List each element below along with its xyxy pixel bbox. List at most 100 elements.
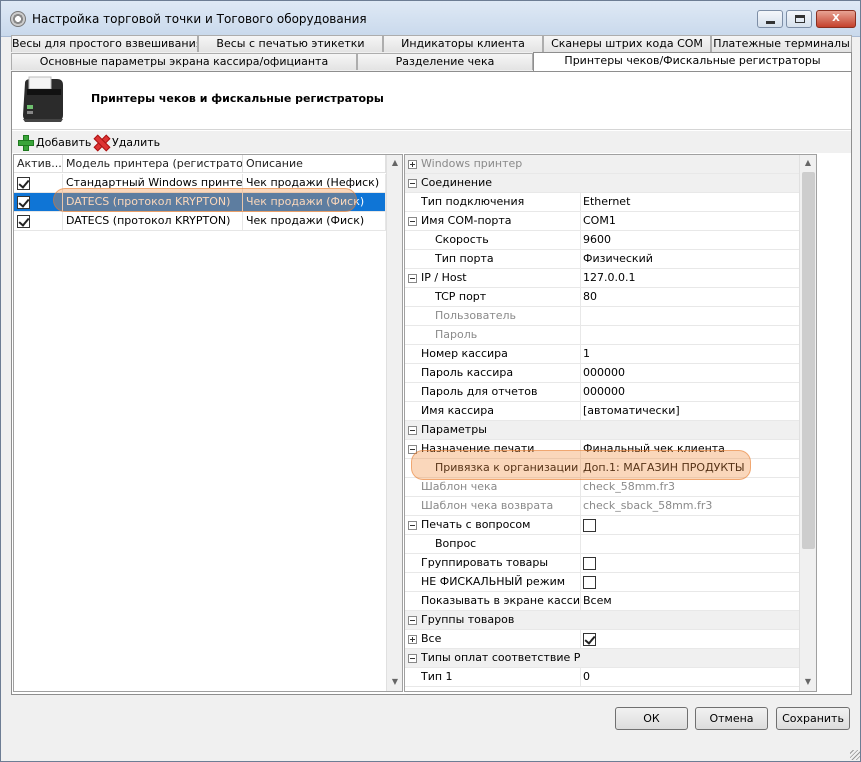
property-row[interactable]: Пароль для отчетов 000000 <box>405 383 799 402</box>
grid-scrollbar[interactable]: ▲ ▼ <box>386 155 402 691</box>
active-checkbox[interactable] <box>17 215 30 228</box>
property-category[interactable]: Windows принтер <box>405 155 799 174</box>
property-value[interactable] <box>580 516 799 535</box>
property-row[interactable]: IP / Host 127.0.0.1 <box>405 269 799 288</box>
property-category[interactable]: Соединение <box>405 174 799 193</box>
tab-receipt-split[interactable]: Разделение чека <box>357 53 533 70</box>
property-value[interactable]: 127.0.0.1 <box>580 269 799 288</box>
active-cell[interactable] <box>14 174 63 193</box>
cancel-button[interactable]: Отмена <box>695 707 768 730</box>
minimize-button[interactable] <box>757 10 783 28</box>
property-row[interactable]: Номер кассира 1 <box>405 345 799 364</box>
property-row[interactable]: Имя кассира [автоматически] <box>405 402 799 421</box>
property-value[interactable]: Ethernet <box>580 193 799 212</box>
expand-plus-icon[interactable] <box>408 160 417 169</box>
collapse-minus-icon[interactable] <box>408 179 417 188</box>
property-row[interactable]: Группировать товары <box>405 554 799 573</box>
tab-barcode-scanners[interactable]: Сканеры штрих кода COM <box>543 35 711 52</box>
property-value[interactable] <box>580 630 799 649</box>
tab-customer-displays[interactable]: Индикаторы клиента <box>383 35 543 52</box>
property-row[interactable]: Имя COM-порта COM1 <box>405 212 799 231</box>
property-row[interactable]: Шаблон чека возврата check_sback_58mm.fr3 <box>405 497 799 516</box>
property-value[interactable]: 1 <box>580 345 799 364</box>
property-row[interactable]: Пароль кассира 000000 <box>405 364 799 383</box>
property-category[interactable]: Группы товаров <box>405 611 799 630</box>
tab-printers[interactable]: Принтеры чеков/Фискальные регистраторы <box>533 52 852 71</box>
property-row[interactable]: Все <box>405 630 799 649</box>
scroll-up-arrow[interactable]: ▲ <box>803 158 813 168</box>
table-row[interactable]: DATECS (протокол KRYPTON) Чек продажи (Фи… <box>14 193 386 212</box>
property-value[interactable] <box>580 307 799 326</box>
property-value[interactable]: Финальный чек клиента <box>580 440 799 459</box>
active-checkbox[interactable] <box>17 196 30 209</box>
property-category[interactable]: Типы оплат соответствие РРО <box>405 649 799 668</box>
property-value[interactable]: 000000 <box>580 364 799 383</box>
collapse-minus-icon[interactable] <box>408 521 417 530</box>
property-value[interactable]: Доп.1: МАГАЗИН ПРОДУКТЫ <box>580 459 799 478</box>
table-row[interactable]: Стандартный Windows принтер Чек продажи (… <box>14 174 386 193</box>
close-button[interactable]: X <box>816 10 856 28</box>
add-button[interactable]: Добавить <box>18 134 91 151</box>
scroll-down-arrow[interactable]: ▼ <box>390 677 400 687</box>
property-value[interactable]: check_sback_58mm.fr3 <box>580 497 799 516</box>
tab-simple-scales[interactable]: Весы для простого взвешивания <box>11 35 198 52</box>
tab-cashier-screen[interactable]: Основные параметры экрана кассира/официа… <box>11 53 357 70</box>
property-row[interactable]: Тип порта Физический <box>405 250 799 269</box>
property-checkbox[interactable] <box>583 576 596 589</box>
property-value[interactable] <box>580 554 799 573</box>
column-description[interactable]: Описание <box>243 155 386 173</box>
collapse-minus-icon[interactable] <box>408 654 417 663</box>
property-scrollbar[interactable]: ▲ ▼ <box>799 155 816 691</box>
active-cell[interactable] <box>14 193 63 212</box>
scroll-up-arrow[interactable]: ▲ <box>390 158 400 168</box>
property-row[interactable]: Назначение печати Финальный чек клиента <box>405 440 799 459</box>
property-value[interactable]: 80 <box>580 288 799 307</box>
property-value[interactable]: 9600 <box>580 231 799 250</box>
property-grid[interactable]: Windows принтер Соединение Тип подключения… <box>404 154 817 692</box>
collapse-minus-icon[interactable] <box>408 217 417 226</box>
property-checkbox[interactable] <box>583 633 596 646</box>
expand-plus-icon[interactable] <box>408 635 417 644</box>
tab-label-scales[interactable]: Весы с печатью этикетки <box>198 35 383 52</box>
property-row[interactable]: Пользователь <box>405 307 799 326</box>
scroll-thumb[interactable] <box>802 172 815 549</box>
property-row[interactable]: Вопрос <box>405 535 799 554</box>
column-model[interactable]: Модель принтера (регистратора) <box>63 155 243 173</box>
active-cell[interactable] <box>14 212 63 231</box>
property-value[interactable] <box>580 535 799 554</box>
property-value[interactable]: Физический <box>580 250 799 269</box>
property-value[interactable] <box>580 573 799 592</box>
property-row[interactable]: Пароль <box>405 326 799 345</box>
property-value[interactable]: check_58mm.fr3 <box>580 478 799 497</box>
collapse-minus-icon[interactable] <box>408 616 417 625</box>
active-checkbox[interactable] <box>17 177 30 190</box>
resize-grip[interactable] <box>850 750 860 760</box>
collapse-minus-icon[interactable] <box>408 426 417 435</box>
property-checkbox[interactable] <box>583 557 596 570</box>
property-value[interactable]: 0 <box>580 668 799 687</box>
property-row[interactable]: Тип подключения Ethernet <box>405 193 799 212</box>
property-row[interactable]: Скорость 9600 <box>405 231 799 250</box>
column-active[interactable]: Актив... <box>14 155 63 173</box>
collapse-minus-icon[interactable] <box>408 445 417 454</box>
collapse-minus-icon[interactable] <box>408 274 417 283</box>
property-value[interactable]: Всем <box>580 592 799 611</box>
delete-button[interactable]: Удалить <box>94 134 160 150</box>
property-row[interactable]: Шаблон чека check_58mm.fr3 <box>405 478 799 497</box>
table-row[interactable]: DATECS (протокол KRYPTON) Чек продажи (Фи… <box>14 212 386 231</box>
property-category[interactable]: Параметры <box>405 421 799 440</box>
property-value[interactable]: 000000 <box>580 383 799 402</box>
ok-button[interactable]: ОК <box>615 707 688 730</box>
property-value[interactable] <box>580 326 799 345</box>
property-row[interactable]: Показывать в экране кассира/Всем <box>405 592 799 611</box>
save-button[interactable]: Сохранить <box>776 707 850 730</box>
property-row[interactable]: Печать с вопросом <box>405 516 799 535</box>
property-row[interactable]: Тип 1 0 <box>405 668 799 687</box>
property-value[interactable]: COM1 <box>580 212 799 231</box>
scroll-down-arrow[interactable]: ▼ <box>803 677 813 687</box>
maximize-button[interactable] <box>786 10 812 28</box>
property-row[interactable]: НЕ ФИСКАЛЬНЫЙ режим <box>405 573 799 592</box>
printers-grid[interactable]: Актив... Модель принтера (регистратора) … <box>13 154 403 692</box>
property-value[interactable]: [автоматически] <box>580 402 799 421</box>
property-checkbox[interactable] <box>583 519 596 532</box>
